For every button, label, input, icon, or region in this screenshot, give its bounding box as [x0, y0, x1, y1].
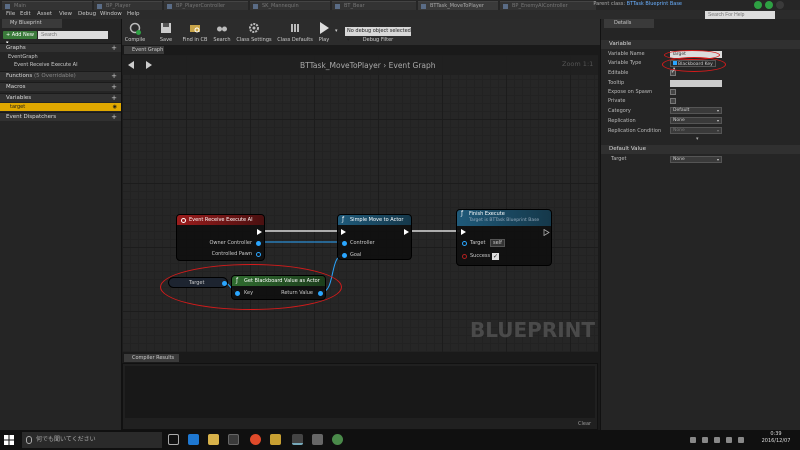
keyboard-icon[interactable] [738, 437, 744, 443]
chevron-down-icon: ▾ [716, 128, 719, 133]
edge-browser-icon[interactable] [188, 434, 199, 445]
row-expose-on-spawn: Expose on Spawn [608, 89, 653, 95]
clock-date: 2016/12/07 [761, 438, 791, 444]
taskbar-clock[interactable]: 0:39 2016/12/07 [752, 431, 800, 445]
network-icon[interactable] [702, 437, 708, 443]
pin-label-success: Success [470, 253, 491, 259]
windows-start-icon[interactable] [4, 435, 14, 445]
taskbar-search[interactable]: 何でも聞いてください [22, 432, 162, 448]
clear-button[interactable]: Clear [578, 421, 591, 427]
tooltip-field[interactable] [670, 80, 722, 87]
exec-in-pin[interactable] [461, 229, 466, 235]
tray-up-icon[interactable] [690, 437, 696, 443]
pin-label-controlled-pawn: Controlled Pawn [211, 251, 252, 257]
ime-icon[interactable] [726, 437, 732, 443]
pin-success[interactable] [462, 254, 467, 259]
exec-in-pin[interactable] [341, 229, 346, 235]
pin-controller[interactable] [342, 241, 347, 246]
section-default-value[interactable]: Default Value [601, 145, 800, 154]
pin-label-goal: Goal [350, 252, 362, 258]
pin-target[interactable] [462, 241, 467, 246]
app-icon[interactable] [332, 434, 343, 445]
section-variable[interactable]: Variable [601, 40, 800, 49]
red-annotation-ellipse-graph [160, 264, 342, 310]
success-checkbox[interactable]: ✓ [492, 253, 499, 260]
row-private: Private [608, 98, 626, 104]
task-view-icon[interactable] [168, 434, 179, 445]
expose-on-spawn-checkbox[interactable] [670, 89, 676, 95]
exec-out-pin[interactable] [257, 229, 262, 235]
compiler-results-list [125, 366, 595, 418]
chevron-down-icon: ▾ [716, 118, 719, 123]
node-simple-move-to-actor[interactable]: ƒ Simple Move to Actor Controller Goal [337, 214, 412, 260]
exec-out-pin[interactable] [404, 229, 409, 235]
pin-goal[interactable] [342, 253, 347, 258]
pin-label-owner-controller: Owner Controller [209, 240, 252, 246]
photos-icon[interactable] [312, 434, 323, 445]
chevron-down-icon: ▾ [716, 108, 719, 113]
pin-label-target: Target [470, 240, 486, 246]
red-annotation-ellipse-variable-type [662, 57, 726, 72]
node-event-receive-execute-ai[interactable]: Event Receive Execute AI Owner Controlle… [176, 214, 265, 261]
unreal-engine-icon[interactable] [292, 434, 303, 445]
editable-checkbox[interactable] [670, 69, 676, 76]
folder-icon[interactable] [270, 434, 281, 445]
default-target-select[interactable]: None ▾ [670, 156, 722, 163]
chrome-icon[interactable] [250, 434, 261, 445]
pin-controlled-pawn[interactable] [256, 252, 261, 257]
details-tab[interactable]: Details [604, 19, 654, 28]
exec-out-hollow-icon [543, 229, 550, 236]
replication-condition-select[interactable]: None ▾ [670, 127, 722, 134]
volume-icon[interactable] [714, 437, 720, 443]
event-icon [181, 218, 186, 223]
compiler-results-tab[interactable]: Compiler Results [124, 354, 179, 362]
clock-time: 0:39 [770, 431, 782, 437]
node-finish-execute[interactable]: ƒ Finish Execute Target is BTTask Bluepr… [456, 209, 552, 266]
function-icon: ƒ [342, 216, 345, 223]
private-checkbox[interactable] [670, 98, 676, 104]
pin-target-self-value: self [490, 239, 505, 247]
pin-label-controller: Controller [350, 240, 375, 246]
replication-select[interactable]: None ▾ [670, 117, 722, 124]
chevron-down-icon: ▾ [716, 157, 719, 162]
function-icon: ƒ [461, 210, 464, 217]
file-explorer-icon[interactable] [208, 434, 219, 445]
pin-owner-controller[interactable] [256, 241, 261, 246]
advanced-expand-icon[interactable]: ▾ [696, 136, 699, 142]
category-select[interactable]: Default ▾ [670, 107, 722, 114]
store-icon[interactable] [228, 434, 239, 445]
microphone-icon [26, 436, 32, 444]
